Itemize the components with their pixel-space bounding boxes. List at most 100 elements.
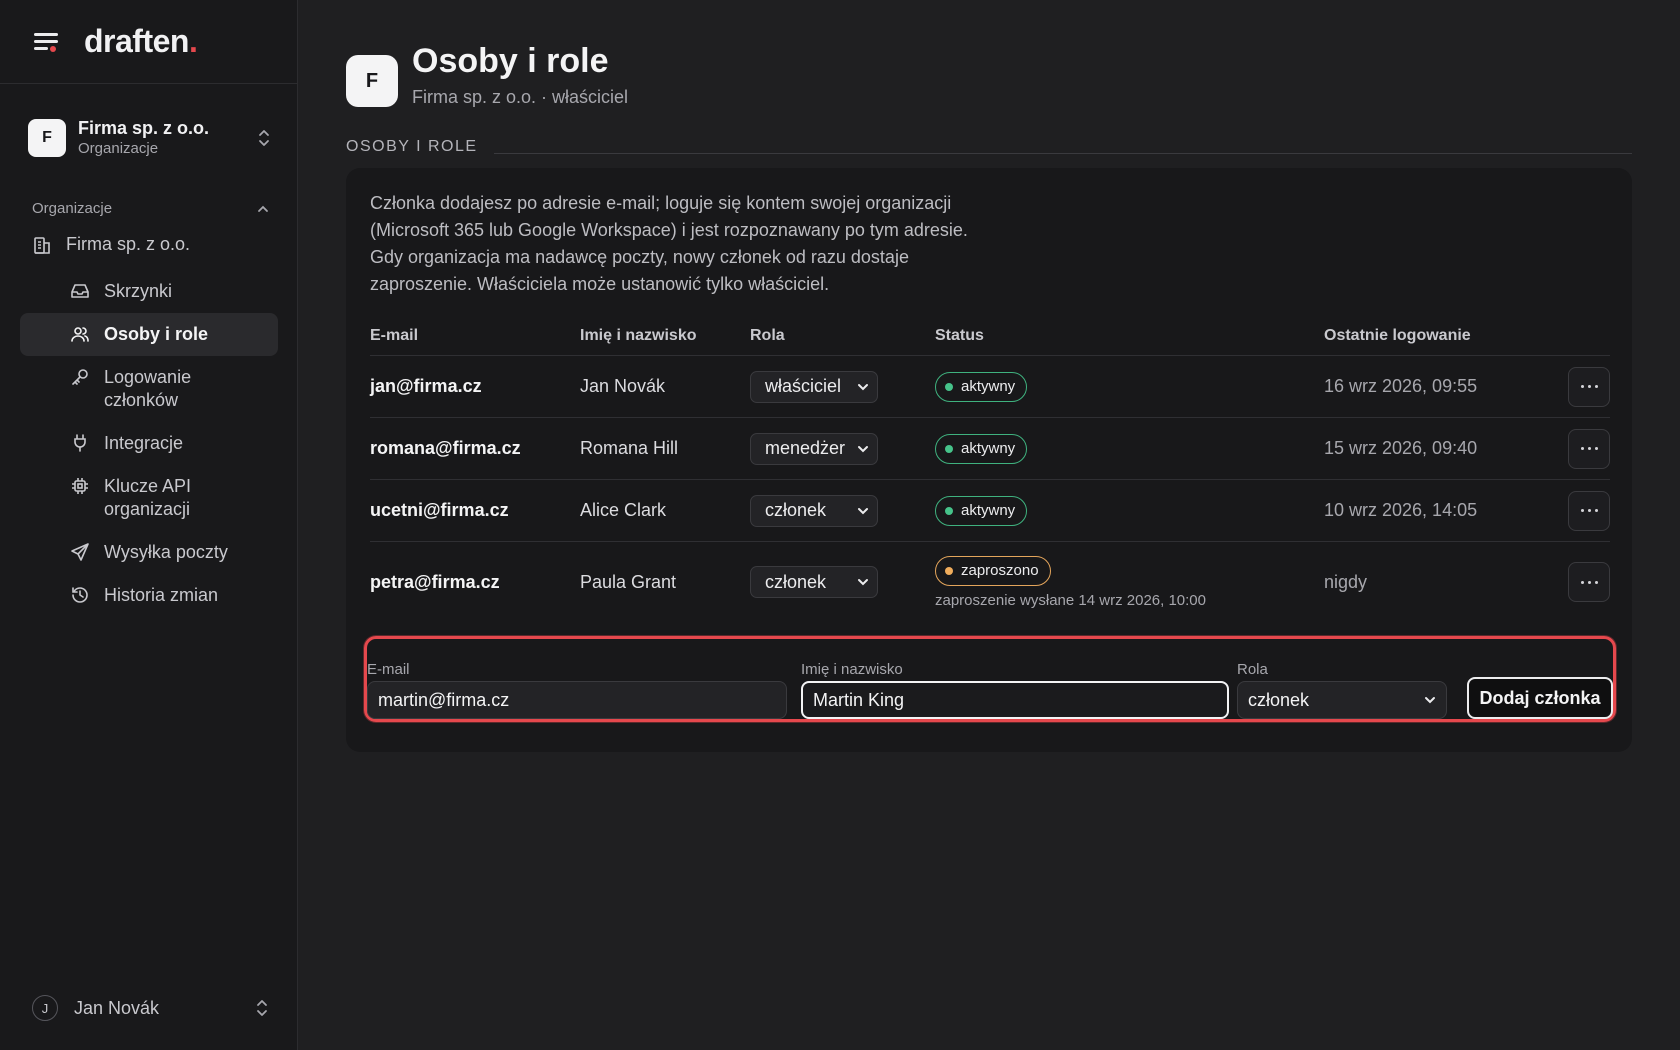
member-email: petra@firma.cz <box>370 571 500 592</box>
sidebar-item-label: Skrzynki <box>104 281 173 301</box>
name-field-label: Imię i nazwisko <box>801 661 903 678</box>
sidebar-item-org[interactable]: Firma sp. z o.o. <box>32 234 190 255</box>
table-row: petra@firma.cz Paula Grant członek zapro… <box>370 542 1610 622</box>
row-actions-button[interactable] <box>1568 490 1610 531</box>
col-status: Status <box>935 326 984 344</box>
role-value: członek <box>765 500 827 520</box>
status-text: aktywny <box>961 502 1016 519</box>
chevron-down-icon <box>858 507 868 514</box>
sidebar-section-organizations[interactable]: Organizacje <box>32 200 270 217</box>
sidebar-item-member-login[interactable]: Logowanie członków <box>20 356 278 422</box>
brand-bar: draften. <box>0 0 297 84</box>
last-login: 10 wrz 2026, 14:05 <box>1324 500 1478 520</box>
sidebar-item-label: Osoby i role <box>104 324 209 344</box>
section-description: Członka dodajesz po adresie e-mail; logu… <box>370 193 968 294</box>
status-badge: aktywny <box>935 371 1028 402</box>
building-icon <box>34 236 50 254</box>
role-field-value: członek <box>1248 689 1310 710</box>
status-text: aktywny <box>961 378 1016 395</box>
member-name: Alice Clark <box>580 500 667 520</box>
add-member-button[interactable]: Dodaj członka <box>1467 677 1613 719</box>
users-icon <box>71 327 89 342</box>
col-role: Rola <box>750 326 785 344</box>
member-name: Jan Novák <box>580 376 666 396</box>
sidebar-item-label: Wysyłka poczty <box>104 542 228 562</box>
role-select[interactable]: członek <box>750 566 878 598</box>
table-row: ucetni@firma.cz Alice Clark członek akty… <box>370 480 1610 542</box>
last-login: 15 wrz 2026, 09:40 <box>1324 438 1478 458</box>
logo[interactable]: draften. <box>84 23 198 60</box>
sidebar-item-people-roles[interactable]: Osoby i role <box>20 313 278 356</box>
org-avatar: F <box>28 119 66 157</box>
table-row: jan@firma.cz Jan Novák właściciel aktywn… <box>370 356 1610 418</box>
email-field[interactable]: martin@firma.cz <box>367 681 787 719</box>
org-switcher[interactable]: F Firma sp. z o.o. Organizacje <box>28 118 272 158</box>
section-title: OSOBY I ROLE <box>346 138 478 155</box>
member-name: Romana Hill <box>580 438 679 458</box>
status-badge: aktywny <box>935 495 1028 526</box>
page-title: Osoby i role <box>412 42 609 80</box>
invite-note: zaproszenie wysłane 14 wrz 2026, 10:00 <box>935 591 1206 609</box>
sidebar-item-mailboxes[interactable]: Skrzynki <box>20 270 278 313</box>
chevron-down-icon <box>858 579 868 586</box>
role-value: menedżer <box>765 438 846 458</box>
sidebar-item-change-history[interactable]: Historia zmian <box>20 574 278 617</box>
member-name: Paula Grant <box>580 571 677 592</box>
status-text: aktywny <box>961 440 1016 457</box>
status-badge: zaproszono <box>935 555 1051 586</box>
col-last-login: Ostatnie logowanie <box>1324 326 1471 344</box>
row-actions-button[interactable] <box>1568 366 1610 407</box>
history-icon <box>72 587 88 603</box>
section-divider <box>493 152 1632 154</box>
chevron-up-icon <box>258 205 268 212</box>
section-header: OSOBY I ROLE <box>346 138 1632 156</box>
members-card: Członka dodajesz po adresie e-mail; logu… <box>346 168 1632 752</box>
chip-icon <box>72 478 88 494</box>
status-text: zaproszono <box>961 562 1039 579</box>
role-select[interactable]: właściciel <box>750 370 878 403</box>
member-email: jan@firma.cz <box>370 376 482 396</box>
sidebar-item-label: Integracje <box>104 433 184 453</box>
sidebar-section-label: Organizacje <box>32 200 113 217</box>
inbox-icon <box>71 284 89 298</box>
member-email: romana@firma.cz <box>370 438 521 458</box>
page-subtitle: Firma sp. z o.o. · właściciel <box>412 87 629 107</box>
chevron-up-down-icon <box>257 1000 267 1016</box>
role-field-select[interactable]: członek <box>1237 681 1447 719</box>
role-value: właściciel <box>765 376 842 396</box>
sidebar-item-integrations[interactable]: Integracje <box>20 422 278 465</box>
sidebar-item-mail-sending[interactable]: Wysyłka poczty <box>20 531 278 574</box>
name-field-value: Martin King <box>813 689 905 710</box>
send-icon <box>71 543 89 561</box>
org-switcher-name: Firma sp. z o.o. <box>78 118 210 138</box>
name-field[interactable]: Martin King <box>801 681 1229 719</box>
last-login: nigdy <box>1324 571 1368 592</box>
email-field-label: E-mail <box>367 661 410 678</box>
last-login: 16 wrz 2026, 09:55 <box>1324 376 1478 396</box>
row-actions-button[interactable] <box>1568 562 1610 602</box>
org-switcher-subtitle: Organizacje <box>78 140 159 157</box>
sidebar-item-label: Logowanie członków <box>104 367 192 410</box>
chevron-down-icon <box>1425 697 1435 704</box>
role-select[interactable]: członek <box>750 494 878 527</box>
menu-icon[interactable] <box>32 30 60 54</box>
user-switcher[interactable]: J Jan Novák <box>32 994 270 1022</box>
page-header: F Osoby i role Firma sp. z o.o. · właści… <box>346 40 628 110</box>
table-header: E-mail Imię i nazwisko Rola Status Ostat… <box>370 316 1610 356</box>
email-field-value: martin@firma.cz <box>378 689 510 710</box>
row-actions-button[interactable] <box>1568 428 1610 469</box>
col-name: Imię i nazwisko <box>580 326 697 344</box>
chevron-down-icon <box>858 445 868 452</box>
sidebar-item-org-label: Firma sp. z o.o. <box>66 234 191 254</box>
member-email: ucetni@firma.cz <box>370 500 509 520</box>
add-member-form: E-mail martin@firma.cz Imię i nazwisko M… <box>364 636 1616 722</box>
role-select[interactable]: menedżer <box>750 432 878 465</box>
user-avatar: J <box>32 995 58 1021</box>
role-value: członek <box>765 571 827 592</box>
user-name: Jan Novák <box>74 997 160 1018</box>
main-content: F Osoby i role Firma sp. z o.o. · właści… <box>298 0 1680 1050</box>
sidebar-item-label: Klucze API organizacji <box>104 476 192 519</box>
status-badge: aktywny <box>935 433 1028 464</box>
chevron-up-down-icon <box>259 130 269 146</box>
sidebar-item-api-keys[interactable]: Klucze API organizacji <box>20 465 278 531</box>
